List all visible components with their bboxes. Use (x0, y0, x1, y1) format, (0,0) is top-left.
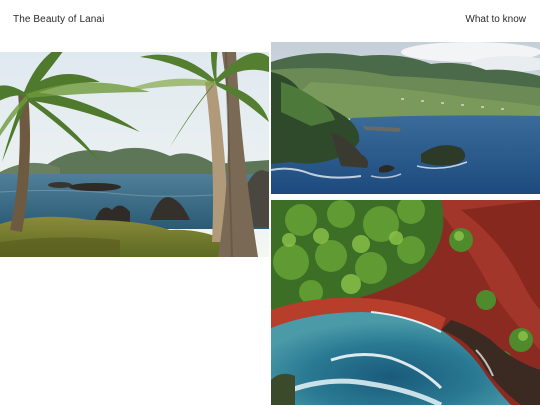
red-sand-bay-aerial-photo[interactable] (271, 200, 540, 405)
what-to-know-link[interactable]: What to know (465, 14, 526, 25)
palm-trees-beach-photo[interactable] (0, 52, 269, 257)
coastal-cliffs-image (271, 42, 540, 194)
red-sand-bay-image (271, 200, 540, 405)
coastal-cliffs-aerial-photo[interactable] (271, 42, 540, 194)
top-bar: The Beauty of Lanai What to know (0, 0, 540, 42)
palm-trees-beach-image (0, 52, 269, 257)
site-title[interactable]: The Beauty of Lanai (13, 14, 104, 25)
